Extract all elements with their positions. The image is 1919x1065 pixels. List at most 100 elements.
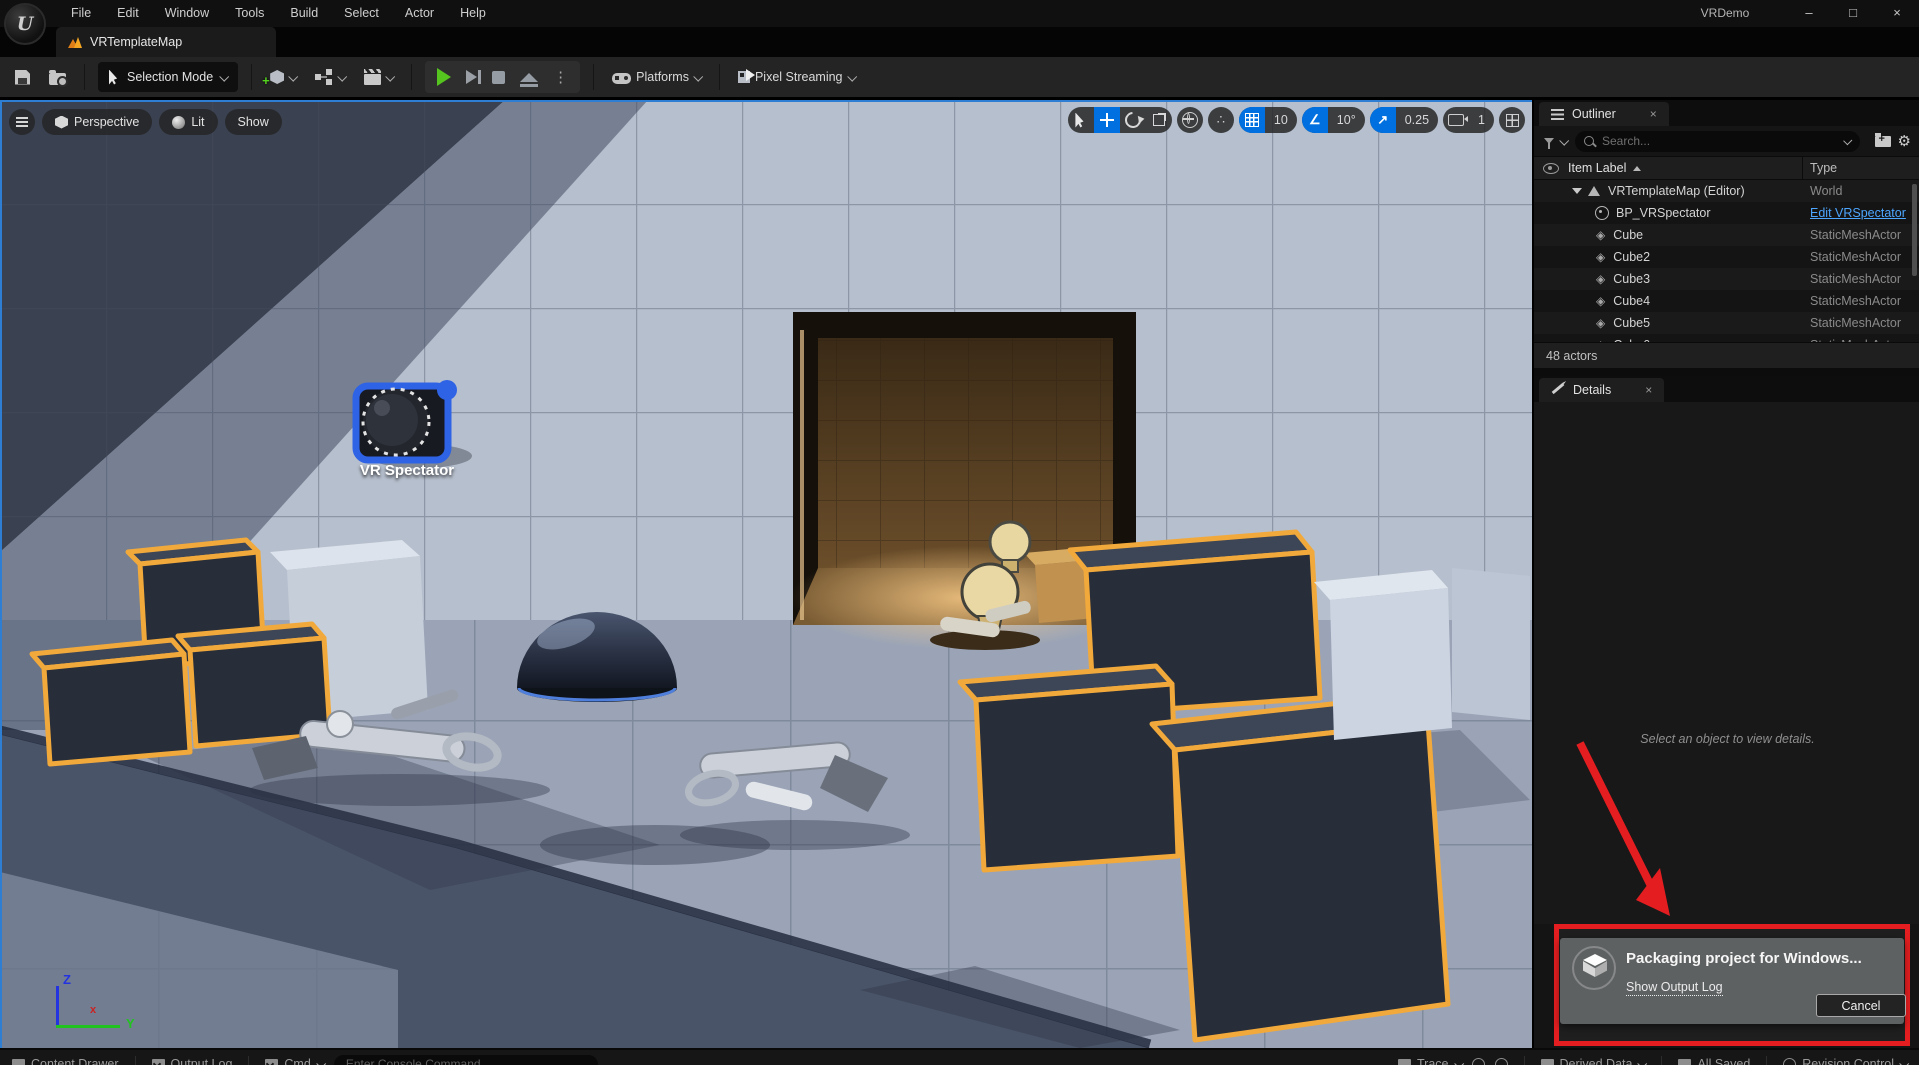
column-type[interactable]: Type <box>1810 161 1837 175</box>
chevron-down-icon[interactable] <box>1559 135 1569 145</box>
outliner-row-cube2[interactable]: ◈ Cube2 StaticMeshActor <box>1534 246 1919 268</box>
camera-speed-value[interactable]: 1 <box>1469 107 1494 133</box>
grid-icon <box>1245 113 1259 127</box>
play-options-kebab-icon[interactable]: ⋮ <box>553 68 568 86</box>
outliner-row-cube4[interactable]: ◈ Cube4 StaticMeshActor <box>1534 290 1919 312</box>
scale-tool-button[interactable] <box>1146 107 1172 133</box>
output-log-label: Output Log <box>171 1057 233 1065</box>
outliner-row-world[interactable]: VRTemplateMap (Editor) World <box>1534 180 1919 202</box>
white-cubes-right[interactable] <box>1314 568 1530 740</box>
close-button[interactable]: × <box>1875 0 1919 27</box>
menu-select[interactable]: Select <box>331 0 392 27</box>
add-actor-button[interactable]: + <box>265 66 301 88</box>
unreal-logo-icon[interactable]: U <box>4 3 46 45</box>
editor-mode-dropdown[interactable]: Selection Mode <box>98 62 238 92</box>
outliner-row-cube5[interactable]: ◈ Cube5 StaticMeshActor <box>1534 312 1919 334</box>
maximize-button[interactable]: □ <box>1831 0 1875 27</box>
browse-content-button[interactable] <box>44 65 71 89</box>
outliner-row-cube3[interactable]: ◈ Cube3 StaticMeshActor <box>1534 268 1919 290</box>
cinematics-button[interactable] <box>359 65 398 89</box>
trace-dropdown[interactable]: Trace <box>1398 1057 1462 1065</box>
console-command-input[interactable] <box>344 1056 588 1065</box>
outliner-row-cube6[interactable]: ◈ Cube6 StaticMeshActor <box>1534 334 1919 342</box>
scale-snap-toggle[interactable]: ↗ <box>1370 107 1396 133</box>
level-viewport[interactable]: Perspective Lit Show ∴ 10 <box>0 100 1532 1048</box>
scale-snap-value[interactable]: 0.25 <box>1396 107 1438 133</box>
view-mode-dropdown[interactable]: Lit <box>159 109 217 135</box>
all-saved-button[interactable]: All Saved <box>1678 1057 1750 1065</box>
menu-help[interactable]: Help <box>447 0 499 27</box>
save-button[interactable] <box>10 66 35 89</box>
play-button[interactable] <box>437 68 451 86</box>
eject-button[interactable] <box>520 73 538 82</box>
collapse-caret-icon[interactable] <box>1572 188 1582 194</box>
angle-snap-value[interactable]: 10° <box>1328 107 1365 133</box>
chevron-down-icon <box>1454 1058 1464 1065</box>
divider <box>719 64 720 90</box>
cmd-dropdown[interactable]: Cmd <box>265 1057 323 1065</box>
tab-vrtemplatemap[interactable]: VRTemplateMap <box>56 27 276 57</box>
stop-button[interactable] <box>492 71 505 84</box>
packaging-toast: Packaging project for Windows... Show Ou… <box>1560 938 1904 1024</box>
derived-data-dropdown[interactable]: Derived Data <box>1541 1057 1646 1065</box>
tab-outliner[interactable]: Outliner × <box>1539 102 1669 126</box>
snap-nodes-icon: ∴ <box>1217 112 1225 128</box>
chevron-down-icon[interactable] <box>1843 136 1852 145</box>
grid-snap-value[interactable]: 10 <box>1265 107 1297 133</box>
revision-control-dropdown[interactable]: Revision Control <box>1783 1057 1907 1065</box>
minimize-button[interactable]: – <box>1787 0 1831 27</box>
axis-x-label: x <box>90 1004 96 1016</box>
panel-divider[interactable] <box>1534 368 1919 376</box>
column-divider[interactable] <box>1802 157 1803 181</box>
search-icon <box>1584 136 1594 146</box>
edit-blueprint-link[interactable]: Edit VRSpectator <box>1810 206 1906 220</box>
outliner-scrollbar[interactable] <box>1912 184 1917 276</box>
viewport-options-button[interactable] <box>9 109 35 135</box>
outliner-row-spectator[interactable]: BP_VRSpectator Edit VRSpectator <box>1534 202 1919 224</box>
outliner-row-cube[interactable]: ◈ Cube StaticMeshActor <box>1534 224 1919 246</box>
show-output-log-link[interactable]: Show Output Log <box>1626 980 1723 996</box>
content-drawer-button[interactable]: Content Drawer <box>12 1057 119 1065</box>
blueprints-button[interactable] <box>310 66 350 88</box>
visibility-eye-icon[interactable] <box>1543 163 1559 174</box>
cancel-button[interactable]: Cancel <box>1816 994 1906 1017</box>
row-label: Cube3 <box>1613 272 1650 286</box>
outliner-tab-label: Outliner <box>1572 107 1616 121</box>
gamepad-icon <box>612 73 631 84</box>
close-icon[interactable]: × <box>1645 383 1652 397</box>
scene-render[interactable] <box>0 100 1532 1048</box>
tab-details[interactable]: Details × <box>1539 378 1664 402</box>
menu-tools[interactable]: Tools <box>222 0 277 27</box>
perspective-dropdown[interactable]: Perspective <box>42 109 152 135</box>
menu-file[interactable]: File <box>58 0 104 27</box>
search-input[interactable] <box>1600 133 1838 149</box>
maximize-viewport-button[interactable] <box>1499 107 1525 133</box>
menu-build[interactable]: Build <box>277 0 331 27</box>
outliner-search[interactable] <box>1575 131 1860 152</box>
timer-icon[interactable] <box>1495 1058 1508 1065</box>
insights-icon[interactable] <box>1472 1058 1485 1065</box>
angle-snap-toggle[interactable]: ∠ <box>1302 107 1328 133</box>
camera-speed-button[interactable] <box>1443 107 1469 133</box>
menu-edit[interactable]: Edit <box>104 0 152 27</box>
menu-window[interactable]: Window <box>152 0 222 27</box>
platforms-dropdown[interactable]: Platforms <box>607 66 706 88</box>
rotate-tool-button[interactable] <box>1120 107 1146 133</box>
surface-snapping-button[interactable]: ∴ <box>1208 107 1234 133</box>
create-folder-icon[interactable] <box>1875 136 1891 147</box>
console-command-box[interactable] <box>334 1055 598 1065</box>
world-local-toggle[interactable] <box>1177 107 1203 133</box>
grid-snap-toggle[interactable] <box>1239 107 1265 133</box>
column-item-label[interactable]: Item Label <box>1568 161 1626 175</box>
frame-skip-button[interactable] <box>466 70 477 84</box>
row-label: Cube5 <box>1613 316 1650 330</box>
outliner-settings-gear-icon[interactable]: ⚙ <box>1898 132 1911 150</box>
close-icon[interactable]: × <box>1650 107 1657 121</box>
select-tool-button[interactable] <box>1068 107 1094 133</box>
pixel-streaming-dropdown[interactable]: Pixel Streaming <box>733 66 860 88</box>
show-dropdown[interactable]: Show <box>225 109 282 135</box>
menu-actor[interactable]: Actor <box>392 0 447 27</box>
filter-icon[interactable] <box>1544 138 1554 144</box>
output-log-button[interactable]: Output Log <box>152 1057 233 1065</box>
move-tool-button[interactable] <box>1094 107 1120 133</box>
